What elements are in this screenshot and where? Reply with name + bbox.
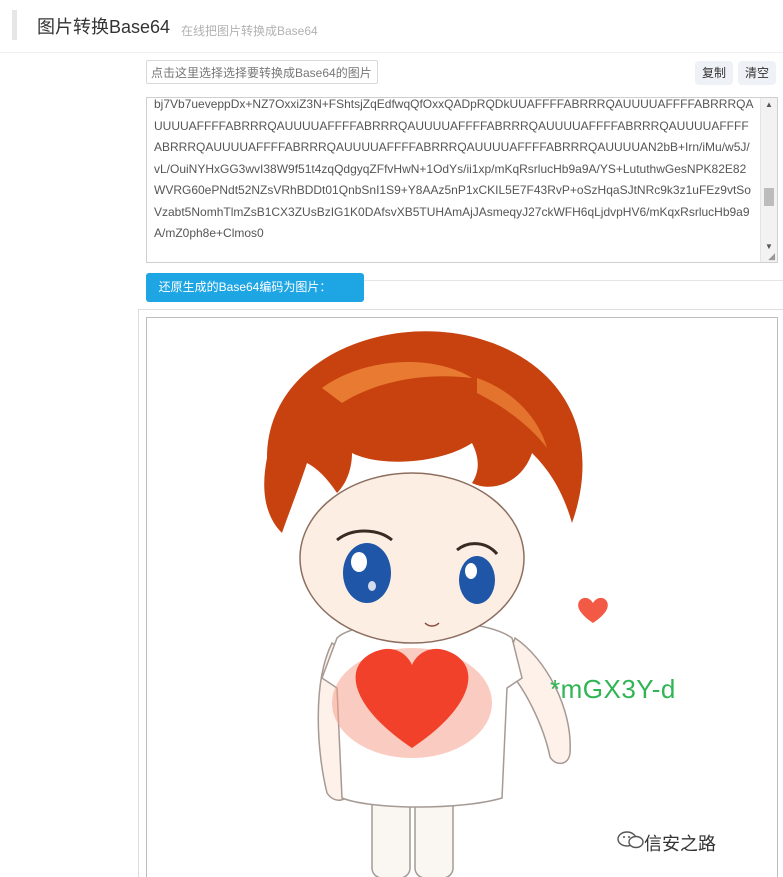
small-heart-icon	[578, 597, 608, 623]
base64-text: bj7Vb7ueveppDx+NZ7OxxiZ3N+FShtsjZqEdfwqQ…	[154, 97, 754, 240]
scroll-up-arrow-icon[interactable]: ▲	[761, 98, 777, 112]
copy-button[interactable]: 复制	[695, 61, 733, 85]
file-select-input[interactable]: 点击这里选择选择要转换成Base64的图片	[146, 60, 378, 84]
restore-image-button[interactable]: 还原生成的Base64编码为图片：	[146, 273, 364, 302]
image-preview: *mGX3Y-d 信安之路	[146, 317, 778, 877]
watermark-text: 信安之路	[644, 834, 716, 854]
page-title: 图片转换Base64	[37, 17, 171, 37]
captcha-overlay-text: *mGX3Y-d	[550, 674, 676, 704]
vertical-scrollbar[interactable]: ▲ ▼	[760, 98, 777, 262]
wechat-icon	[617, 831, 644, 849]
base64-output-textarea[interactable]: bj7Vb7ueveppDx+NZ7OxxiZ3N+FShtsjZqEdfwqQ…	[146, 97, 778, 263]
section-divider	[364, 280, 783, 281]
scrollbar-thumb[interactable]	[764, 188, 774, 206]
page-header: 图片转换Base64 在线把图片转换成Base64	[0, 0, 783, 53]
clear-button[interactable]: 清空	[738, 61, 776, 85]
header-accent-bar	[12, 10, 17, 40]
chibi-character-image	[264, 331, 608, 877]
page-subtitle: 在线把图片转换成Base64	[181, 24, 318, 38]
resize-grip-icon[interactable]: ◢	[768, 252, 775, 261]
